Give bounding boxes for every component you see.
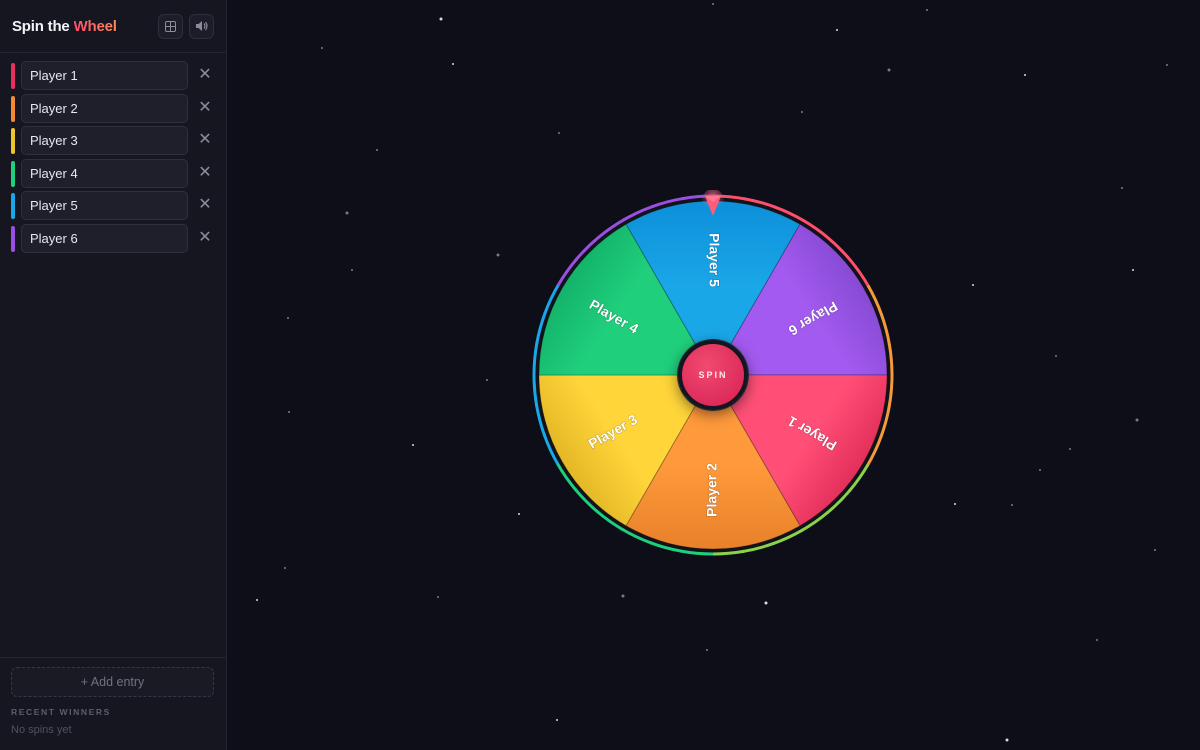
remove-entry-icon[interactable]: ✕ [197, 131, 213, 149]
sidebar: Spin the Wheel ✕ ✕ ✕ ✕ ✕ ✕ + Add entry RECENT… [0, 0, 227, 750]
entry-color-swatch [11, 95, 15, 122]
grid-view-button[interactable] [158, 13, 183, 39]
entry-name-input[interactable] [21, 93, 188, 123]
entry-row: ✕ [0, 61, 226, 94]
entry-color-swatch [11, 160, 15, 187]
wheel-segment-label: Player 2 [704, 463, 720, 517]
remove-entry-icon[interactable]: ✕ [197, 99, 213, 117]
wheel-stage: Player 5 Player 6 Player 1 Player 2 Player 3… [227, 0, 1200, 750]
entry-row: ✕ [0, 191, 226, 224]
add-entry-button[interactable]: + Add entry [11, 667, 214, 697]
entry-color-swatch [11, 128, 15, 154]
entry-color-swatch [11, 193, 15, 219]
entry-name-input[interactable] [21, 126, 188, 155]
entry-list: ✕ ✕ ✕ ✕ ✕ ✕ [0, 53, 226, 256]
entry-name-input[interactable] [21, 191, 188, 220]
remove-entry-icon[interactable]: ✕ [197, 66, 213, 84]
sound-toggle-button[interactable] [189, 13, 214, 39]
entry-color-swatch [11, 63, 15, 89]
spin-button[interactable]: SPIN [678, 340, 748, 410]
grid-icon [165, 20, 176, 32]
sidebar-header: Spin the Wheel [0, 0, 226, 53]
entry-row: ✕ [0, 93, 226, 127]
speaker-icon [196, 21, 208, 31]
entry-row: ✕ [0, 158, 226, 192]
app-title-accent: Wheel [73, 17, 117, 35]
entry-name-input[interactable] [21, 223, 188, 253]
remove-entry-icon[interactable]: ✕ [197, 164, 213, 182]
remove-entry-icon[interactable]: ✕ [197, 196, 213, 214]
entry-row: ✕ [0, 126, 226, 159]
entry-name-input[interactable] [21, 61, 188, 90]
wheel-segment-label: Player 5 [706, 233, 722, 287]
entry-name-input[interactable] [21, 158, 188, 188]
entry-color-swatch [11, 225, 15, 252]
sidebar-footer: + Add entry RECENT WINNERS No spins yet [0, 657, 226, 750]
recent-winners-title: RECENT WINNERS [11, 707, 111, 717]
app-title: Spin the Wheel [12, 17, 117, 35]
entry-row: ✕ [0, 223, 226, 257]
wheel-pointer-icon [702, 189, 724, 225]
recent-winners-empty: No spins yet [11, 724, 72, 736]
remove-entry-icon[interactable]: ✕ [197, 229, 213, 247]
